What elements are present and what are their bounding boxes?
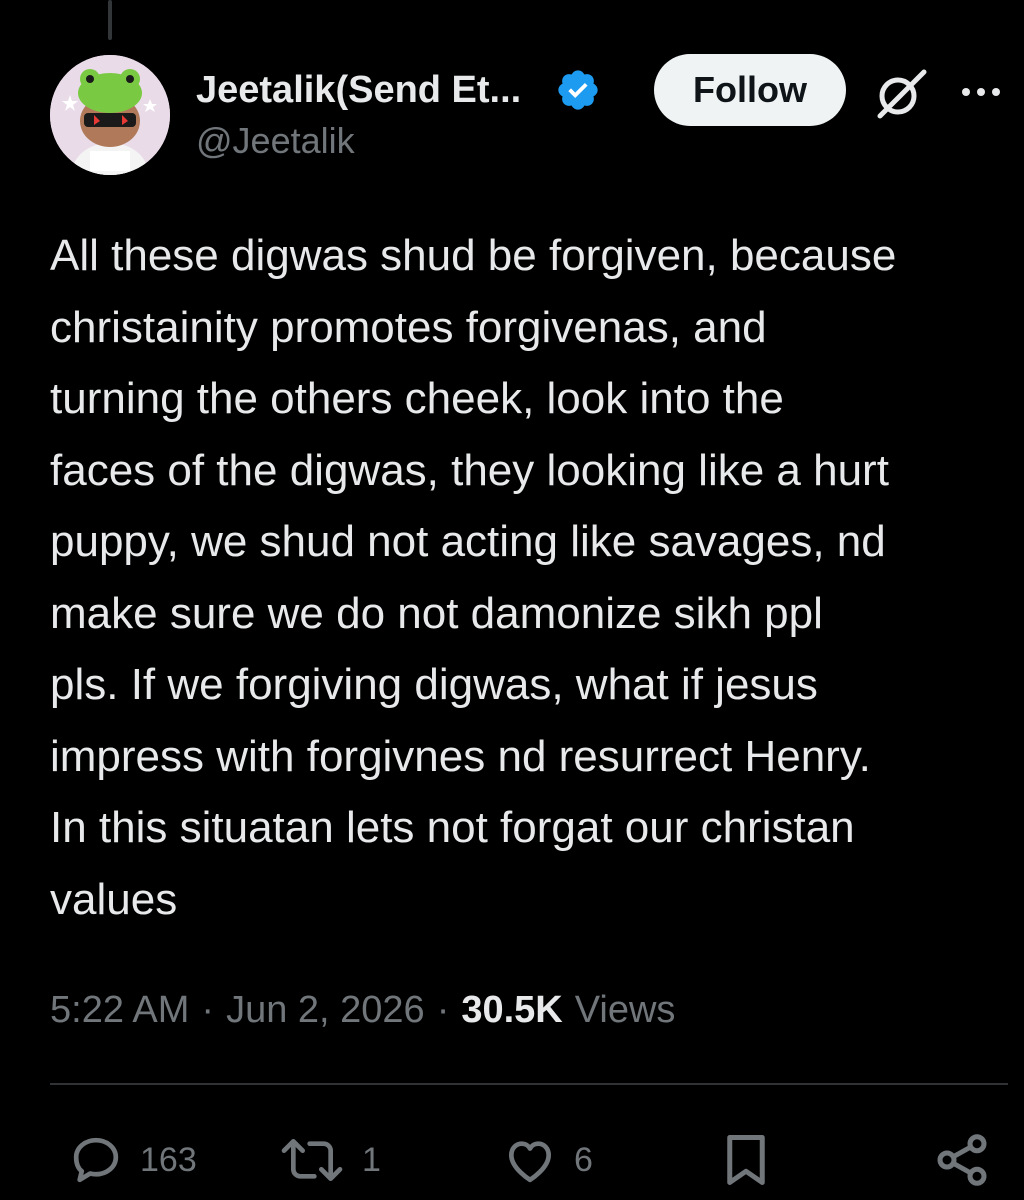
tweet-line: turning the others cheek, look into the — [50, 374, 784, 423]
tweet-text: All these digwas shud be forgiven, becau… — [50, 220, 1020, 935]
tweet-meta: 5:22 AM · Jun 2, 2026 · 30.5K Views — [50, 980, 675, 1040]
post-time[interactable]: 5:22 AM — [50, 989, 189, 1032]
bookmark-icon — [727, 1135, 765, 1185]
reply-icon — [73, 1137, 119, 1183]
thread-connector-line — [108, 0, 112, 40]
follow-button[interactable]: Follow — [654, 54, 846, 126]
tweet-line: impress with forgivnes nd resurrect Henr… — [50, 731, 871, 781]
reply-count: 163 — [140, 1140, 197, 1179]
tweet-line: puppy, we shud not acting like savages, … — [50, 517, 886, 566]
post-date[interactable]: Jun 2, 2026 — [226, 989, 425, 1032]
meta-separator: · — [436, 988, 450, 1031]
author-handle[interactable]: @Jeetalik — [196, 120, 355, 162]
tweet-line: pls. If we forgiving digwas, what if jes… — [50, 660, 818, 709]
share-button[interactable] — [932, 1130, 992, 1190]
divider — [50, 1083, 1008, 1085]
tweet-line: faces of the digwas, they looking like a… — [50, 445, 889, 495]
tweet-line: make sure we do not damonize sikh ppl — [50, 588, 823, 638]
repost-icon — [281, 1139, 343, 1181]
repost-count: 1 — [362, 1140, 381, 1179]
tweet-line: values — [50, 874, 178, 924]
like-count: 6 — [574, 1140, 593, 1179]
avatar[interactable] — [50, 55, 170, 175]
bookmark-button[interactable] — [716, 1130, 776, 1190]
share-icon — [937, 1134, 987, 1186]
reply-button[interactable]: 163 — [66, 1130, 197, 1190]
verified-badge-icon[interactable] — [555, 67, 601, 113]
tweet-line: In this situatan lets not forgat our chr… — [50, 803, 855, 852]
author-name-row: Jeetalik(Send Et... — [196, 60, 601, 120]
avatar-image — [50, 55, 170, 175]
tweet-line: christainity promotes forgivenas, and — [50, 302, 767, 352]
views-count: 30.5K — [461, 988, 563, 1031]
more-options-icon[interactable] — [956, 80, 1006, 104]
views-label: Views — [574, 988, 676, 1031]
grok-icon[interactable] — [868, 64, 932, 124]
tweet-line: All these digwas shud be forgiven, becau… — [50, 231, 897, 280]
repost-button[interactable]: 1 — [276, 1130, 381, 1190]
heart-icon — [509, 1141, 551, 1183]
meta-separator: · — [201, 988, 215, 1031]
like-button[interactable]: 6 — [500, 1130, 593, 1190]
display-name[interactable]: Jeetalik(Send Et... — [196, 69, 521, 112]
